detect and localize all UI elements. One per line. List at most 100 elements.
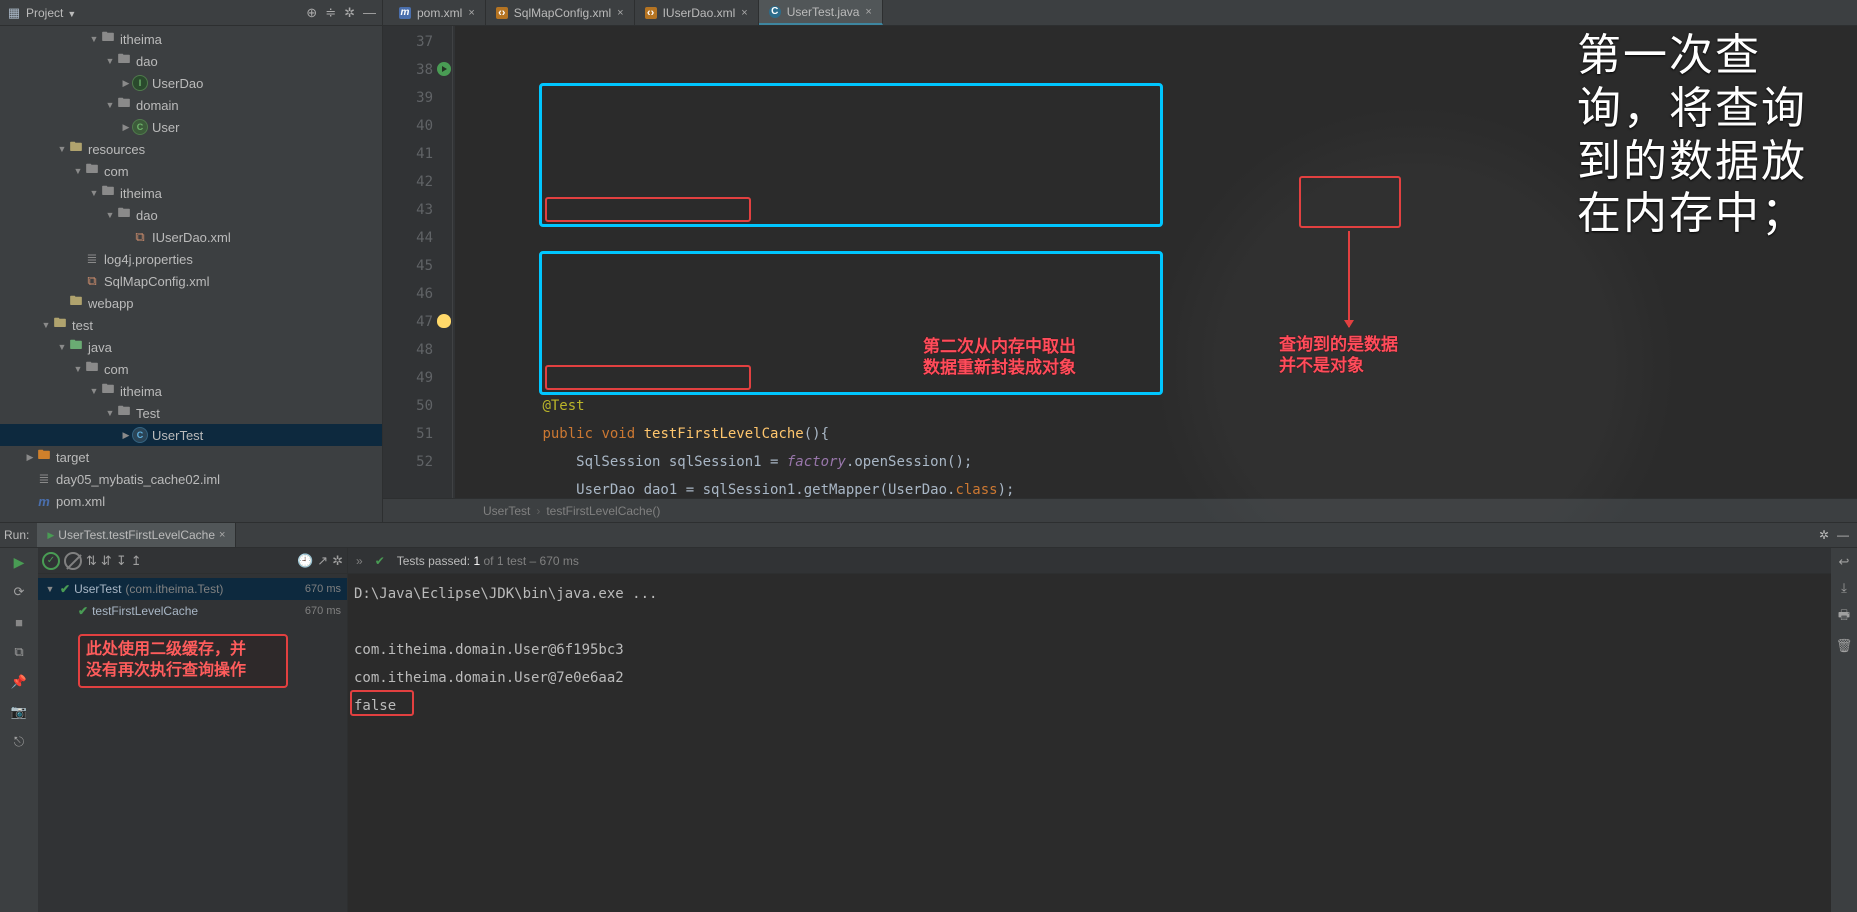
tree-item[interactable]: ▼🖿resources — [0, 138, 382, 160]
test-tree-item[interactable]: ✔testFirstLevelCache670 ms — [38, 600, 347, 622]
tree-item[interactable]: ▼🖿test — [0, 314, 382, 336]
scroll-end-icon[interactable]: ⤓ — [1841, 580, 1847, 596]
line-number[interactable]: 50 — [383, 392, 433, 420]
line-number[interactable]: 49 — [383, 364, 433, 392]
project-tree[interactable]: ▼🖿itheima▼🖿dao▶IUserDao▼🖿domain▶CUser▼🖿r… — [0, 26, 382, 522]
tab-close-icon[interactable]: × — [865, 6, 871, 18]
tree-twisty-icon[interactable]: ▼ — [72, 364, 84, 374]
show-ignored-icon[interactable] — [64, 552, 82, 570]
line-number[interactable]: 42 — [383, 168, 433, 196]
tree-item[interactable]: ⧉SqlMapConfig.xml — [0, 270, 382, 292]
line-number[interactable]: 43 — [383, 196, 433, 224]
tree-item[interactable]: ▼🖿com — [0, 358, 382, 380]
tree-twisty-icon[interactable]: ▼ — [88, 386, 100, 396]
show-passed-icon[interactable]: ✓ — [42, 552, 60, 570]
test-tree-item[interactable]: ▼✔UserTest (com.itheima.Test)670 ms — [38, 578, 347, 600]
tree-twisty-icon[interactable]: ▼ — [104, 408, 116, 418]
project-title[interactable]: Project — [26, 6, 63, 20]
tree-twisty-icon[interactable]: ▶ — [24, 452, 36, 463]
line-number[interactable]: 44 — [383, 224, 433, 252]
line-number[interactable]: 45 — [383, 252, 433, 280]
line-number[interactable]: 40 — [383, 112, 433, 140]
editor-tab[interactable]: ‹›IUserDao.xml× — [635, 0, 759, 25]
editor-tab[interactable]: CUserTest.java× — [759, 0, 883, 25]
run-hide-icon[interactable]: — — [1837, 528, 1849, 542]
breadcrumb-method[interactable]: testFirstLevelCache() — [546, 504, 660, 518]
line-number[interactable]: 47 — [383, 308, 433, 336]
expand-all-icon[interactable]: ↧ — [116, 553, 127, 569]
clear-icon[interactable]: 🗑 — [1836, 638, 1853, 654]
line-number[interactable]: 48 — [383, 336, 433, 364]
tree-twisty-icon[interactable]: ▼ — [72, 166, 84, 176]
line-number[interactable]: 46 — [383, 280, 433, 308]
tree-item[interactable]: 🖿webapp — [0, 292, 382, 314]
tree-twisty-icon[interactable]: ▼ — [40, 320, 52, 330]
tree-twisty-icon[interactable]: ▼ — [88, 188, 100, 198]
breadcrumb-class[interactable]: UserTest — [483, 504, 530, 518]
stop-button[interactable]: ■ — [9, 612, 29, 632]
tree-item[interactable]: ▼🖿dao — [0, 50, 382, 72]
tree-item[interactable]: ▼🖿Test — [0, 402, 382, 424]
tree-item[interactable]: ▶CUser — [0, 116, 382, 138]
tree-item[interactable]: ≣log4j.properties — [0, 248, 382, 270]
line-number[interactable]: 51 — [383, 420, 433, 448]
tree-item[interactable]: ▼🖿itheima — [0, 182, 382, 204]
line-number[interactable]: 52 — [383, 448, 433, 476]
test-tree[interactable]: ▼✔UserTest (com.itheima.Test)670 ms✔test… — [38, 574, 347, 912]
tab-close-icon[interactable]: × — [617, 7, 623, 19]
tree-twisty-icon[interactable]: ▼ — [104, 56, 116, 66]
sort-icon-1[interactable]: ⇅ — [86, 553, 97, 569]
tree-item[interactable]: ▼🖿dao — [0, 204, 382, 226]
tab-close-icon[interactable]: × — [741, 7, 747, 19]
tree-twisty-icon[interactable]: ▼ — [88, 34, 100, 44]
project-dropdown-icon[interactable]: ▼ — [67, 9, 76, 19]
tree-item[interactable]: ▼🖿java — [0, 336, 382, 358]
tab-close-icon[interactable]: × — [468, 7, 474, 19]
locate-icon[interactable]: ⊕ — [306, 5, 317, 21]
export-icon[interactable]: ↗ — [317, 553, 328, 569]
tree-twisty-icon[interactable]: ▶ — [120, 430, 132, 441]
tree-twisty-icon[interactable]: ▼ — [56, 144, 68, 154]
run-line-icon[interactable] — [437, 62, 451, 76]
layout-button[interactable]: ⧉ — [9, 642, 29, 662]
tree-item[interactable]: ▶CUserTest — [0, 424, 382, 446]
exit-button[interactable]: ⎋ — [9, 732, 29, 752]
tree-twisty-icon[interactable]: ▶ — [120, 122, 132, 133]
code-line[interactable]: public void testFirstLevelCache(){ — [475, 420, 1857, 448]
code-line[interactable]: @Test — [475, 392, 1857, 420]
run-config-tab[interactable]: ▶ UserTest.testFirstLevelCache × — [37, 523, 236, 547]
tree-item[interactable]: mpom.xml — [0, 490, 382, 512]
tree-twisty-icon[interactable]: ▼ — [104, 210, 116, 220]
tree-item[interactable]: ▶IUserDao — [0, 72, 382, 94]
line-number[interactable]: 39 — [383, 84, 433, 112]
breadcrumb[interactable]: UserTest › testFirstLevelCache() — [383, 498, 1857, 522]
pin-button[interactable]: 📌 — [9, 672, 29, 692]
settings-icon[interactable]: ✲ — [344, 5, 355, 21]
rerun-button[interactable]: ▶ — [9, 552, 29, 572]
tree-item[interactable]: ≣day05_mybatis_cache02.iml — [0, 468, 382, 490]
sort-icon-2[interactable]: ⇵ — [101, 553, 112, 569]
run-tab-close-icon[interactable]: × — [219, 529, 225, 541]
tree-twisty-icon[interactable]: ▼ — [56, 342, 68, 352]
camera-icon[interactable]: 📷 — [9, 702, 29, 722]
tree-twisty-icon[interactable]: ▼ — [104, 100, 116, 110]
tree-item[interactable]: ▼🖿itheima — [0, 28, 382, 50]
print-icon[interactable]: 🖶 — [1838, 606, 1850, 628]
tree-item[interactable]: ▶🖿target — [0, 446, 382, 468]
status-more-icon[interactable]: » — [356, 554, 363, 568]
code-line[interactable]: UserDao dao1 = sqlSession1.getMapper(Use… — [475, 476, 1857, 498]
expand-icon[interactable]: ≑ — [325, 5, 336, 21]
line-number[interactable]: 38 — [383, 56, 433, 84]
editor-tab[interactable]: ‹›SqlMapConfig.xml× — [486, 0, 635, 25]
code-area[interactable]: 第一次查 询，将查询 到的数据放 在内存中； 查询到的是数据 并不是对象 第二次… — [455, 26, 1857, 498]
test-settings-icon[interactable]: ✲ — [332, 553, 343, 569]
intention-bulb-icon[interactable] — [437, 314, 451, 328]
toggle-button[interactable]: ⟳ — [9, 582, 29, 602]
tree-item[interactable]: ⧉IUserDao.xml — [0, 226, 382, 248]
console-output[interactable]: D:\Java\Eclipse\JDK\bin\java.exe ...com.… — [348, 574, 1831, 912]
history-icon[interactable]: 🕘 — [297, 553, 313, 569]
tree-item[interactable]: ▼🖿domain — [0, 94, 382, 116]
line-number[interactable]: 41 — [383, 140, 433, 168]
tree-item[interactable]: ▼🖿com — [0, 160, 382, 182]
soft-wrap-icon[interactable]: ↩ — [1839, 554, 1850, 570]
